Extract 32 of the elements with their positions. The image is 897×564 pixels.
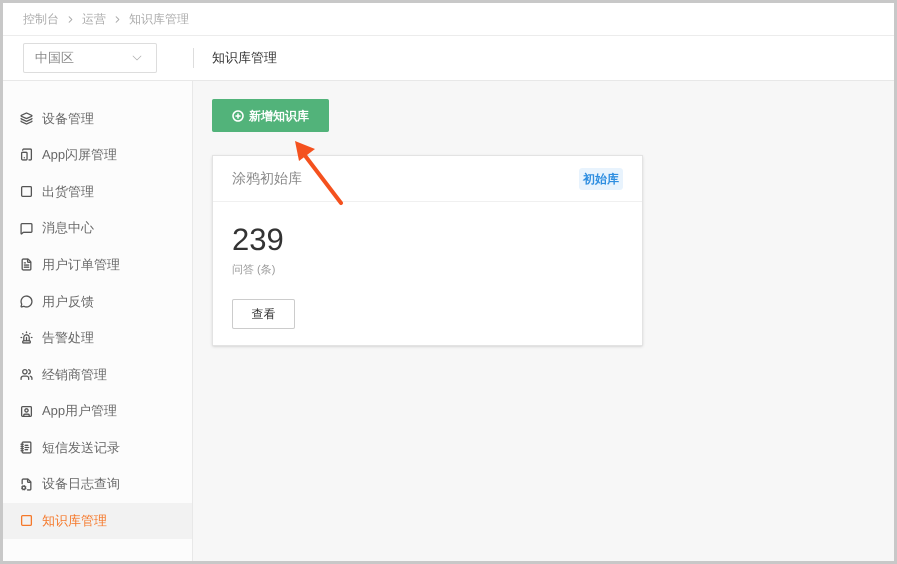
view-button[interactable]: 查看	[232, 298, 295, 328]
page-title: 知识库管理	[212, 49, 277, 68]
sidebar-item[interactable]: 消息中心	[3, 210, 192, 246]
chat-bubble-icon	[20, 294, 33, 308]
sidebar-item[interactable]: 出货管理	[3, 173, 192, 210]
tablet-icon	[20, 148, 33, 162]
layers-icon	[20, 112, 33, 125]
document-icon	[20, 258, 33, 272]
square-icon	[20, 514, 33, 528]
file-gear-icon	[20, 478, 33, 491]
square-icon	[20, 184, 33, 198]
sidebar-item[interactable]: 用户反馈	[3, 282, 192, 320]
region-select[interactable]: 中国区	[23, 43, 157, 73]
notebook-icon	[20, 441, 33, 454]
sidebar-item[interactable]: 经销商管理	[3, 356, 192, 393]
sidebar-item[interactable]: App闪屏管理	[3, 136, 192, 174]
count-label: 问答 (条)	[232, 263, 276, 278]
sidebar-item[interactable]: 设备管理	[3, 100, 192, 137]
card-tag: 初始库	[579, 168, 623, 190]
sidebar-item[interactable]: 用户订单管理	[3, 246, 192, 283]
sidebar-item[interactable]: App用户管理	[3, 392, 192, 430]
sidebar-item[interactable]: 设备日志查询	[3, 466, 192, 503]
sidebar-item[interactable]: 告警处理	[3, 320, 192, 356]
chat-icon	[20, 222, 33, 235]
breadcrumb-item: 知识库管理	[129, 11, 189, 28]
question-count: 239	[232, 222, 285, 258]
users-icon	[20, 368, 33, 381]
plus-circle-icon	[232, 110, 244, 122]
user-card-icon	[20, 404, 33, 418]
alarm-light-icon	[20, 331, 33, 344]
card-title: 涂鸦初始库	[232, 169, 302, 188]
sidebar-item[interactable]: 短信发送记录	[3, 429, 192, 466]
